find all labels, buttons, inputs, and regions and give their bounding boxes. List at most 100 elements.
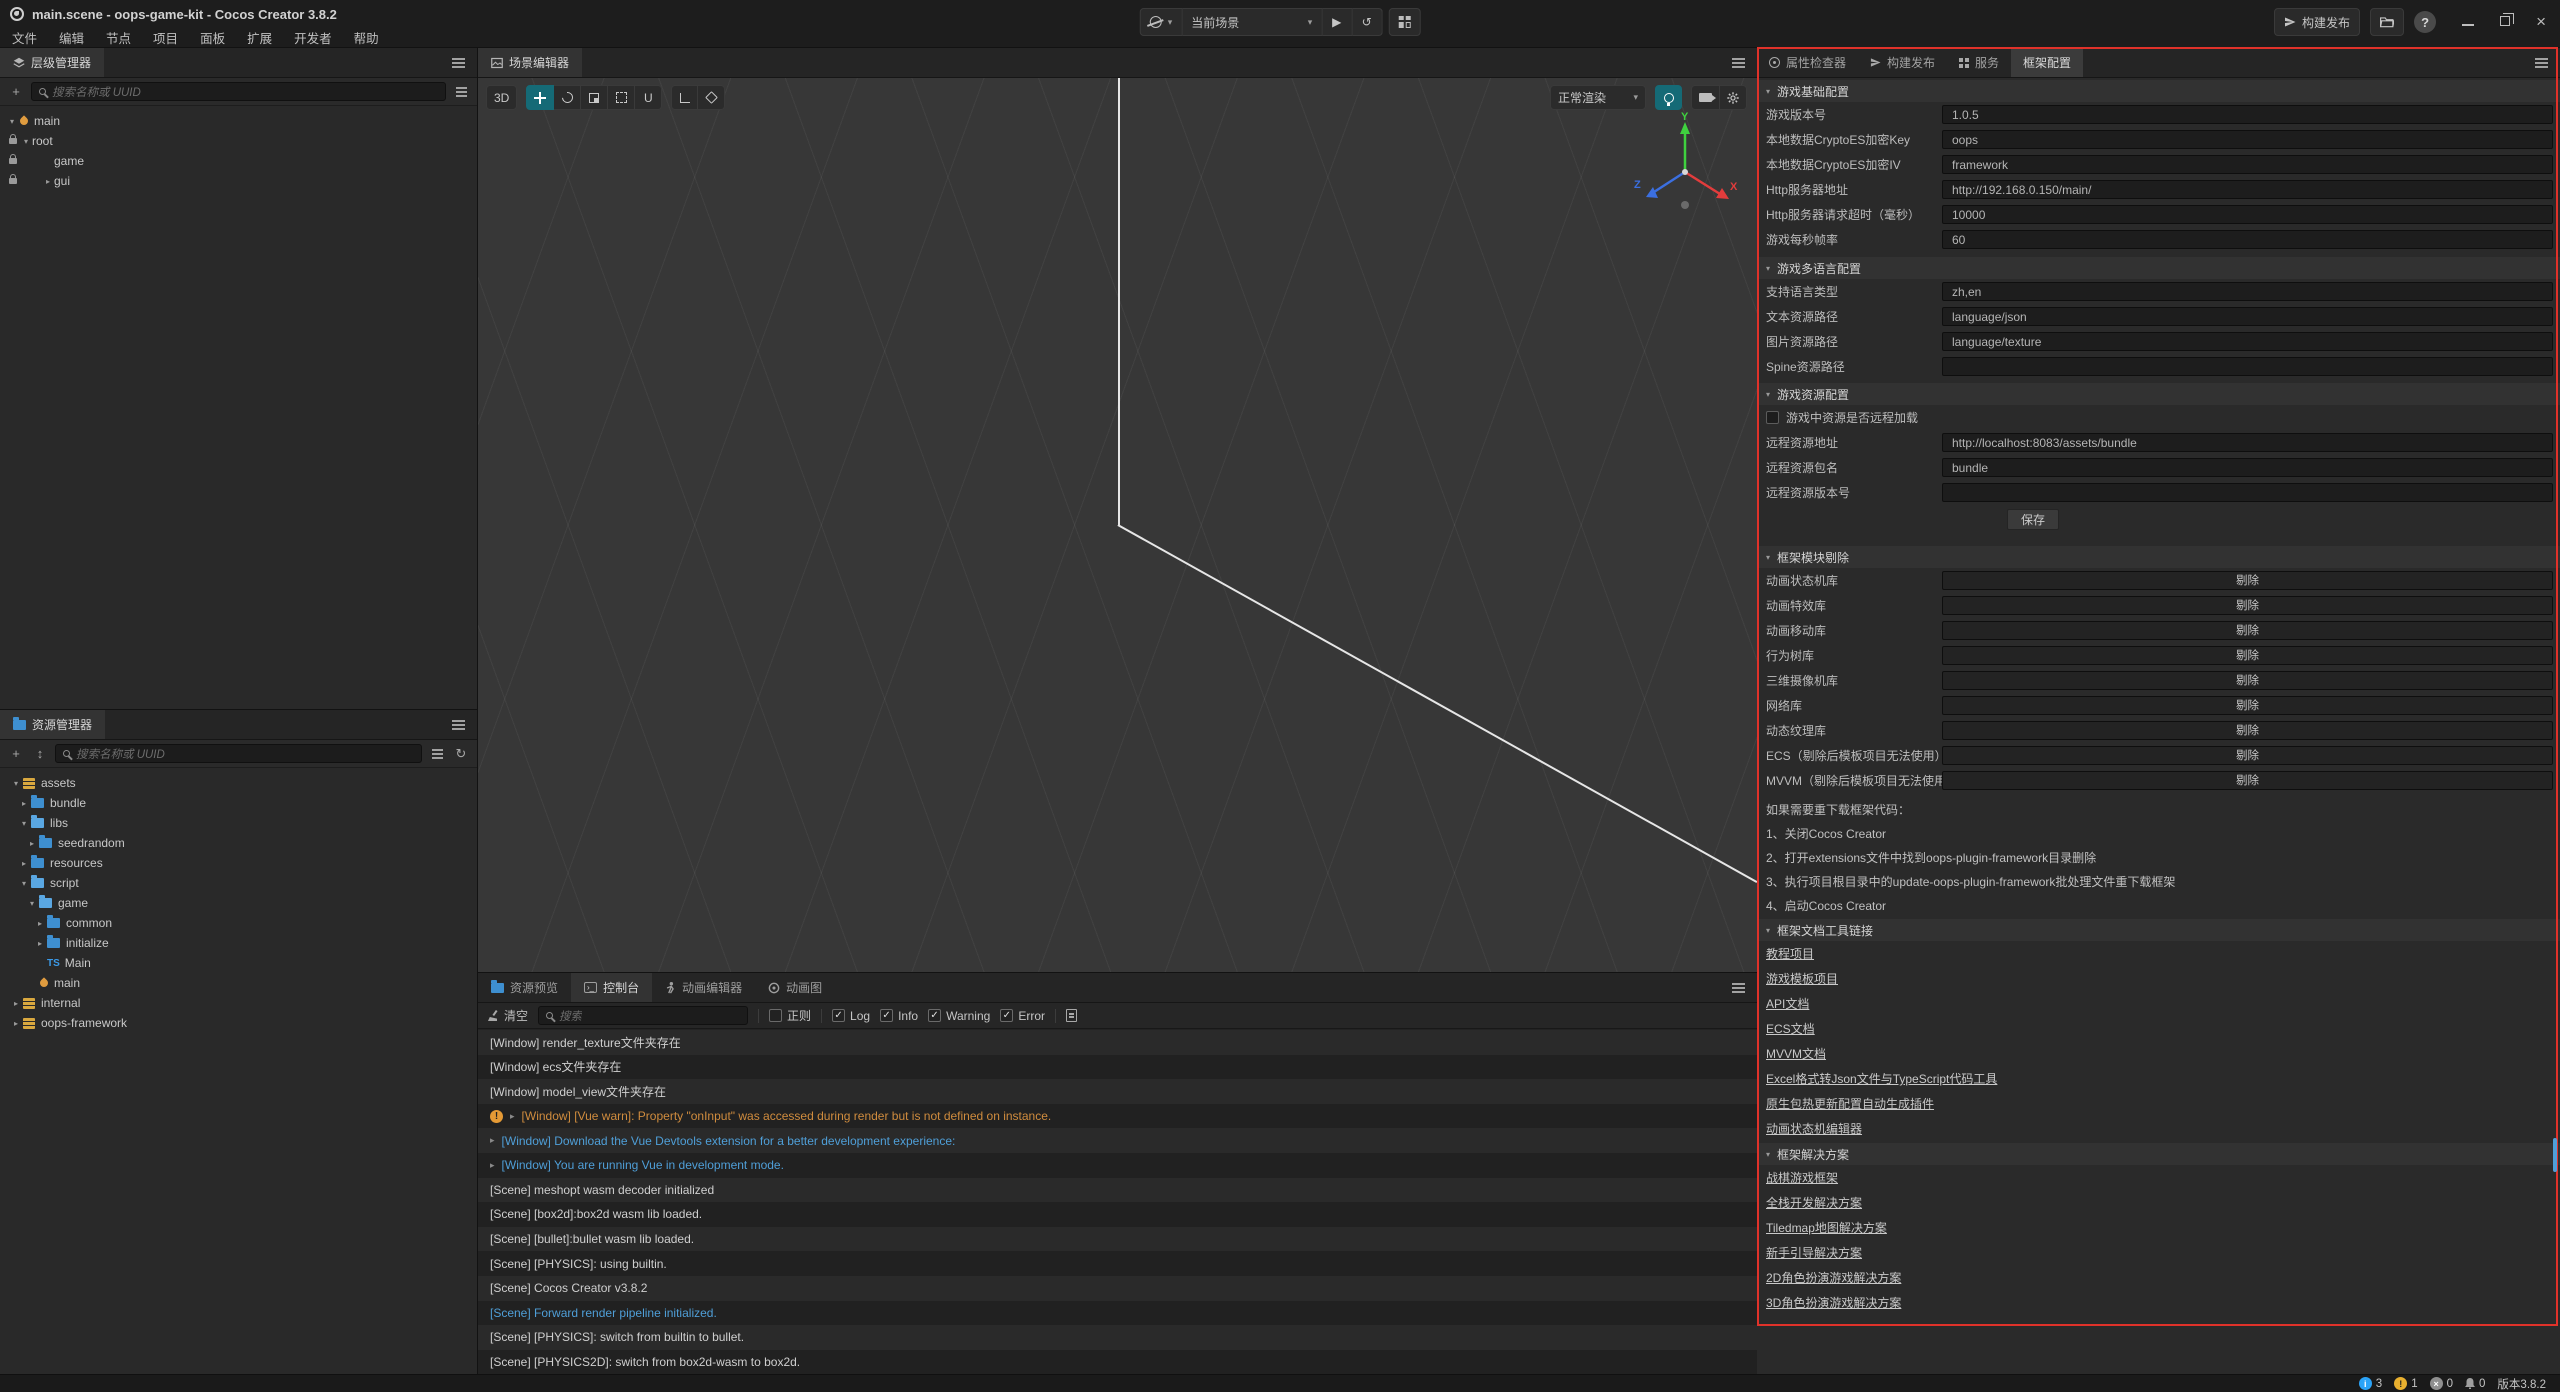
rect-tool-button[interactable] xyxy=(608,85,635,110)
coordinate-toggle-button[interactable] xyxy=(698,85,725,110)
assets-search-input[interactable]: 搜索名称或 UUID xyxy=(55,744,422,763)
camera-settings-button[interactable] xyxy=(1691,85,1720,110)
solution-link-guide[interactable]: 新手引导解决方案 xyxy=(1766,1240,1862,1265)
doc-link-animator-editor[interactable]: 动画状态机编辑器 xyxy=(1766,1116,1862,1141)
solution-link-3drpg[interactable]: 3D角色扮演游戏解决方案 xyxy=(1766,1290,1901,1315)
collapse-icon[interactable]: ▾ xyxy=(26,899,38,908)
reload-button[interactable]: ↺ xyxy=(1352,8,1382,36)
lock-icon[interactable] xyxy=(9,178,17,184)
assets-filter-icon[interactable] xyxy=(428,745,446,763)
text-input[interactable]: 10000 xyxy=(1942,205,2553,224)
preview-scene-select[interactable]: 当前场景 ▾ xyxy=(1182,8,1322,36)
play-button[interactable]: ▶ xyxy=(1322,8,1352,36)
tab-asset-preview[interactable]: 资源预览 xyxy=(478,973,571,1002)
sort-assets-icon[interactable]: ↕ xyxy=(31,745,49,763)
console-search-input[interactable]: 搜索 xyxy=(538,1006,748,1025)
remove-module-button[interactable]: 剔除 xyxy=(1942,746,2553,765)
tab-console[interactable]: ›_ 控制台 xyxy=(571,973,652,1002)
asset-row-game[interactable]: ▾ game xyxy=(0,893,477,913)
doc-link-tutorial[interactable]: 教程项目 xyxy=(1766,941,1814,966)
scene-viewport[interactable]: 3D U 正常渲染 ▾ xyxy=(478,78,1757,972)
open-project-folder-button[interactable] xyxy=(2370,8,2404,36)
section-i18n-config[interactable]: ▾ 游戏多语言配置 xyxy=(1757,257,2560,279)
preview-qr-button[interactable] xyxy=(1388,8,1420,36)
text-input[interactable]: oops xyxy=(1942,130,2553,149)
expand-icon[interactable]: ▸ xyxy=(510,1111,515,1122)
tab-hierarchy[interactable]: 层级管理器 xyxy=(0,48,104,77)
expand-icon[interactable]: ▸ xyxy=(34,919,46,928)
expand-icon[interactable]: ▸ xyxy=(42,177,54,186)
gizmo-x-label[interactable]: X xyxy=(1730,181,1738,193)
filter-log-checkbox[interactable]: ✓ Log xyxy=(832,1009,870,1023)
help-button[interactable]: ? xyxy=(2414,11,2436,33)
asset-row-internal[interactable]: ▸ internal xyxy=(0,993,477,1013)
expand-icon[interactable]: ▸ xyxy=(490,1160,495,1171)
regex-checkbox[interactable]: 正则 xyxy=(769,1007,811,1024)
solution-link-tiledmap[interactable]: Tiledmap地图解决方案 xyxy=(1766,1215,1887,1240)
checkbox-unchecked[interactable] xyxy=(1766,411,1779,424)
expand-icon[interactable]: ▸ xyxy=(34,939,46,948)
section-game-base-config[interactable]: ▾ 游戏基础配置 xyxy=(1757,80,2560,102)
tab-animation-editor[interactable]: 动画编辑器 xyxy=(652,973,755,1002)
maximize-button[interactable] xyxy=(2500,13,2510,31)
save-button[interactable]: 保存 xyxy=(2007,509,2059,530)
doc-link-template[interactable]: 游戏模板项目 xyxy=(1766,966,1838,991)
render-mode-select[interactable]: 正常渲染 ▾ xyxy=(1550,85,1646,110)
tab-scene-editor[interactable]: 场景编辑器 xyxy=(478,48,582,77)
expand-icon[interactable]: ▸ xyxy=(10,1019,22,1028)
menu-file[interactable]: 文件 xyxy=(12,28,37,47)
doc-link-hotupdate-plugin[interactable]: 原生包热更新配置自动生成插件 xyxy=(1766,1091,1934,1116)
tab-inspector[interactable]: 属性检查器 xyxy=(1757,48,1858,77)
collapse-icon[interactable]: ▾ xyxy=(6,117,18,126)
text-input[interactable]: framework xyxy=(1942,155,2553,174)
config-menu-icon[interactable] xyxy=(2535,62,2548,64)
create-asset-button[interactable]: + xyxy=(7,745,25,763)
text-input[interactable]: 60 xyxy=(1942,230,2553,249)
asset-row-main-scene[interactable]: main xyxy=(0,973,477,993)
menu-panel[interactable]: 面板 xyxy=(200,28,225,47)
lock-icon[interactable] xyxy=(9,138,17,144)
remove-module-button[interactable]: 剔除 xyxy=(1942,771,2553,790)
asset-row-initialize[interactable]: ▸ initialize xyxy=(0,933,477,953)
checkbox-checked[interactable]: ✓ xyxy=(928,1009,941,1022)
text-input[interactable]: bundle xyxy=(1942,458,2553,477)
scene-gizmo-settings-button[interactable] xyxy=(1720,85,1747,110)
build-publish-button[interactable]: 构建发布 xyxy=(2274,8,2360,36)
clear-console-button[interactable]: 清空 xyxy=(488,1007,528,1024)
text-input[interactable]: language/texture xyxy=(1942,332,2553,351)
checkbox-checked[interactable]: ✓ xyxy=(832,1009,845,1022)
create-node-button[interactable]: + xyxy=(7,83,25,101)
remove-module-button[interactable]: 剔除 xyxy=(1942,621,2553,640)
status-notification-count[interactable]: 0 xyxy=(2465,1378,2485,1390)
doc-link-api[interactable]: API文档 xyxy=(1766,991,1809,1016)
hierarchy-filter-icon[interactable] xyxy=(452,83,470,101)
section-module-strip[interactable]: ▾ 框架模块剔除 xyxy=(1757,546,2560,568)
tree-row-game[interactable]: game xyxy=(0,151,477,171)
doc-link-excel-tool[interactable]: Excel格式转Json文件与TypeScript代码工具 xyxy=(1766,1066,1997,1091)
export-log-icon[interactable] xyxy=(1066,1009,1077,1022)
rotate-tool-button[interactable] xyxy=(554,85,581,110)
orientation-gizmo[interactable]: Y X Z xyxy=(1630,110,1740,222)
checkbox-checked[interactable]: ✓ xyxy=(1000,1009,1013,1022)
mode-3d-button[interactable]: 3D xyxy=(486,85,517,110)
expand-icon[interactable]: ▸ xyxy=(10,999,22,1008)
asset-row-script[interactable]: ▾ script xyxy=(0,873,477,893)
gizmo-y-label[interactable]: Y xyxy=(1681,111,1689,123)
tree-row-main[interactable]: ▾ main xyxy=(0,111,477,131)
collapse-icon[interactable]: ▾ xyxy=(10,779,22,788)
asset-row-bundle[interactable]: ▸ bundle xyxy=(0,793,477,813)
remove-module-button[interactable]: 剔除 xyxy=(1942,571,2553,590)
anchor-tool-button[interactable]: U xyxy=(635,85,662,110)
console-menu-icon[interactable] xyxy=(1732,987,1745,989)
expand-icon[interactable]: ▸ xyxy=(26,839,38,848)
assets-menu-icon[interactable] xyxy=(452,724,465,726)
tab-assets[interactable]: 资源管理器 xyxy=(0,710,105,739)
close-button[interactable]: × xyxy=(2536,17,2546,27)
text-input[interactable]: language/json xyxy=(1942,307,2553,326)
collapse-icon[interactable]: ▾ xyxy=(18,879,30,888)
status-error-count[interactable]: × 0 xyxy=(2430,1377,2453,1390)
config-scrollbar-thumb[interactable] xyxy=(2553,1138,2557,1172)
menu-extension[interactable]: 扩展 xyxy=(247,28,272,47)
menu-developer[interactable]: 开发者 xyxy=(294,28,332,47)
menu-project[interactable]: 项目 xyxy=(153,28,178,47)
